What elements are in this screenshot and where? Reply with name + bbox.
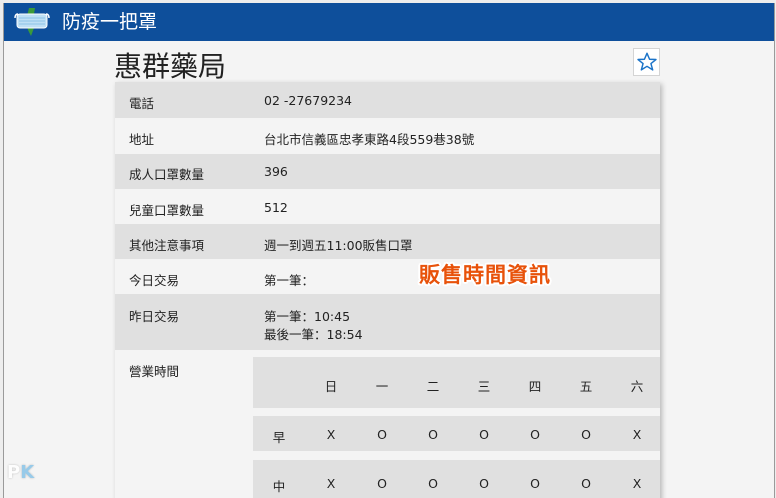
period-label: 中 xyxy=(272,479,286,494)
period-label: 早 xyxy=(272,430,286,445)
hours-cell: O xyxy=(428,476,438,491)
info-row-address: 地址 台北市信義區忠孝東路4段559巷38號 xyxy=(115,118,660,154)
hours-header-row: 日 一 二 三 四 五 六 xyxy=(253,357,660,408)
phone-label: 電話 xyxy=(129,96,155,111)
hours-cell: X xyxy=(326,476,336,491)
pharmacy-info-card: 電話 02 -27679234 地址 台北市信義區忠孝東路4段559巷38號 成… xyxy=(115,82,660,498)
day-header: 日 xyxy=(324,379,338,394)
face-mask-taiwan-icon xyxy=(14,8,50,36)
pharmacy-name: 惠群藥局 xyxy=(114,50,227,83)
hours-cell: O xyxy=(479,427,489,442)
child-masks-value: 512 xyxy=(264,200,288,215)
watermark-letter-k: K xyxy=(20,462,35,483)
app-window: 防疫一把罩 惠群藥局 電話 02 -27679234 地址 台北市信義區忠孝東路… xyxy=(3,3,775,498)
address-value[interactable]: 台北市信義區忠孝東路4段559巷38號 xyxy=(264,129,474,148)
top-bar: 防疫一把罩 xyxy=(4,3,774,41)
day-header: 一 xyxy=(375,379,389,394)
info-row-yesterday-transactions: 昨日交易 第一筆：10:45 最後一筆：18:54 xyxy=(115,294,660,350)
hours-spacer xyxy=(253,451,660,460)
today-transactions-value: 第一筆： xyxy=(264,273,315,288)
annotation-sales-time-info: 販售時間資訊 xyxy=(419,263,551,287)
star-outline-icon xyxy=(636,52,657,71)
hours-cell: O xyxy=(479,476,489,491)
hours-cell: O xyxy=(428,427,438,442)
yesterday-last-transaction: 最後一筆：18:54 xyxy=(264,327,363,342)
hours-cell: X xyxy=(326,427,336,442)
day-header: 三 xyxy=(477,379,491,394)
day-header: 六 xyxy=(630,379,644,394)
day-header: 四 xyxy=(528,379,542,394)
hours-cell: O xyxy=(530,476,540,491)
notes-label: 其他注意事項 xyxy=(129,238,205,253)
hours-cell: O xyxy=(581,427,591,442)
day-header: 五 xyxy=(579,379,593,394)
hours-row-morning: 早 X O O O O O X xyxy=(253,416,660,451)
watermark-letter-p: P xyxy=(7,462,21,483)
pk-watermark-logo: PK xyxy=(7,462,34,483)
today-transactions-label: 今日交易 xyxy=(129,273,180,288)
favorite-button[interactable] xyxy=(633,48,660,76)
info-row-phone: 電話 02 -27679234 xyxy=(115,82,660,118)
info-row-adult-masks: 成人口罩數量 396 xyxy=(115,154,660,189)
hours-spacer xyxy=(253,408,660,416)
notes-value: 週一到週五11:00販售口罩 xyxy=(264,238,413,253)
yesterday-first-transaction: 第一筆：10:45 xyxy=(264,309,351,324)
hours-row-noon: 中 X O O O O O X xyxy=(253,460,660,498)
child-masks-label: 兒童口罩數量 xyxy=(129,203,205,218)
hours-cell: O xyxy=(530,427,540,442)
app-title: 防疫一把罩 xyxy=(62,11,158,33)
day-header: 二 xyxy=(426,379,440,394)
hours-cell: X xyxy=(632,476,642,491)
info-row-business-hours: 營業時間 日 一 二 三 四 五 六 早 X O O O O O X 中 X O… xyxy=(115,350,660,498)
business-hours-label: 營業時間 xyxy=(129,364,180,379)
phone-value[interactable]: 02 -27679234 xyxy=(264,93,352,108)
info-row-today-transactions: 今日交易 第一筆： xyxy=(115,259,660,294)
info-row-notes: 其他注意事項 週一到週五11:00販售口罩 xyxy=(115,224,660,259)
hours-cell: O xyxy=(377,427,387,442)
adult-masks-value: 396 xyxy=(264,164,288,179)
hours-cell: X xyxy=(632,427,642,442)
yesterday-transactions-label: 昨日交易 xyxy=(129,309,180,324)
hours-cell: O xyxy=(581,476,591,491)
adult-masks-label: 成人口罩數量 xyxy=(129,167,205,182)
hours-cell: O xyxy=(377,476,387,491)
info-row-child-masks: 兒童口罩數量 512 xyxy=(115,189,660,224)
address-label: 地址 xyxy=(129,132,155,147)
business-hours-table: 日 一 二 三 四 五 六 早 X O O O O O X 中 X O O O … xyxy=(253,357,660,498)
